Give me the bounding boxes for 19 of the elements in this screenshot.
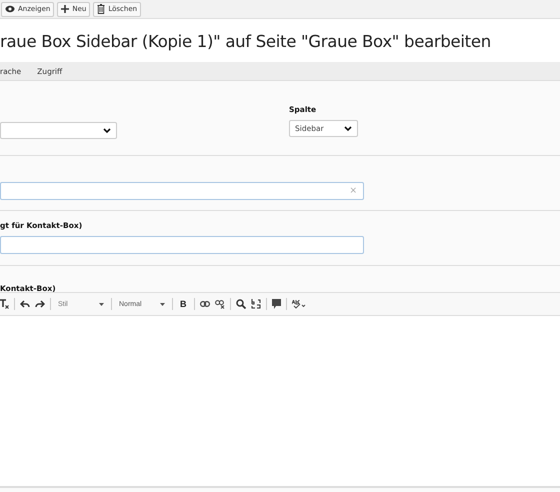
spellcheck-icon[interactable]: [292, 300, 306, 308]
unlink-icon[interactable]: [214, 300, 224, 308]
redo-icon[interactable]: [35, 300, 45, 308]
select-field[interactable]: [0, 122, 117, 139]
remove-format-icon[interactable]: [0, 299, 9, 309]
page-title: raue Box Sidebar (Kopie 1)" auf Seite "Graue Box" bearbeiten: [0, 19, 560, 62]
plus-icon: [61, 5, 70, 13]
search-icon[interactable]: [236, 299, 246, 309]
undo-icon[interactable]: [20, 300, 30, 308]
trash-icon: [97, 4, 106, 14]
replace-icon[interactable]: [250, 299, 260, 309]
link-icon[interactable]: [200, 301, 210, 307]
caret-icon: [99, 302, 104, 306]
eye-icon: [5, 5, 15, 13]
caret-icon: [103, 128, 111, 134]
input-field[interactable]: [0, 236, 364, 254]
caret-icon: [160, 302, 165, 306]
caret-icon: [344, 126, 352, 132]
bold-button[interactable]: B: [178, 299, 188, 309]
